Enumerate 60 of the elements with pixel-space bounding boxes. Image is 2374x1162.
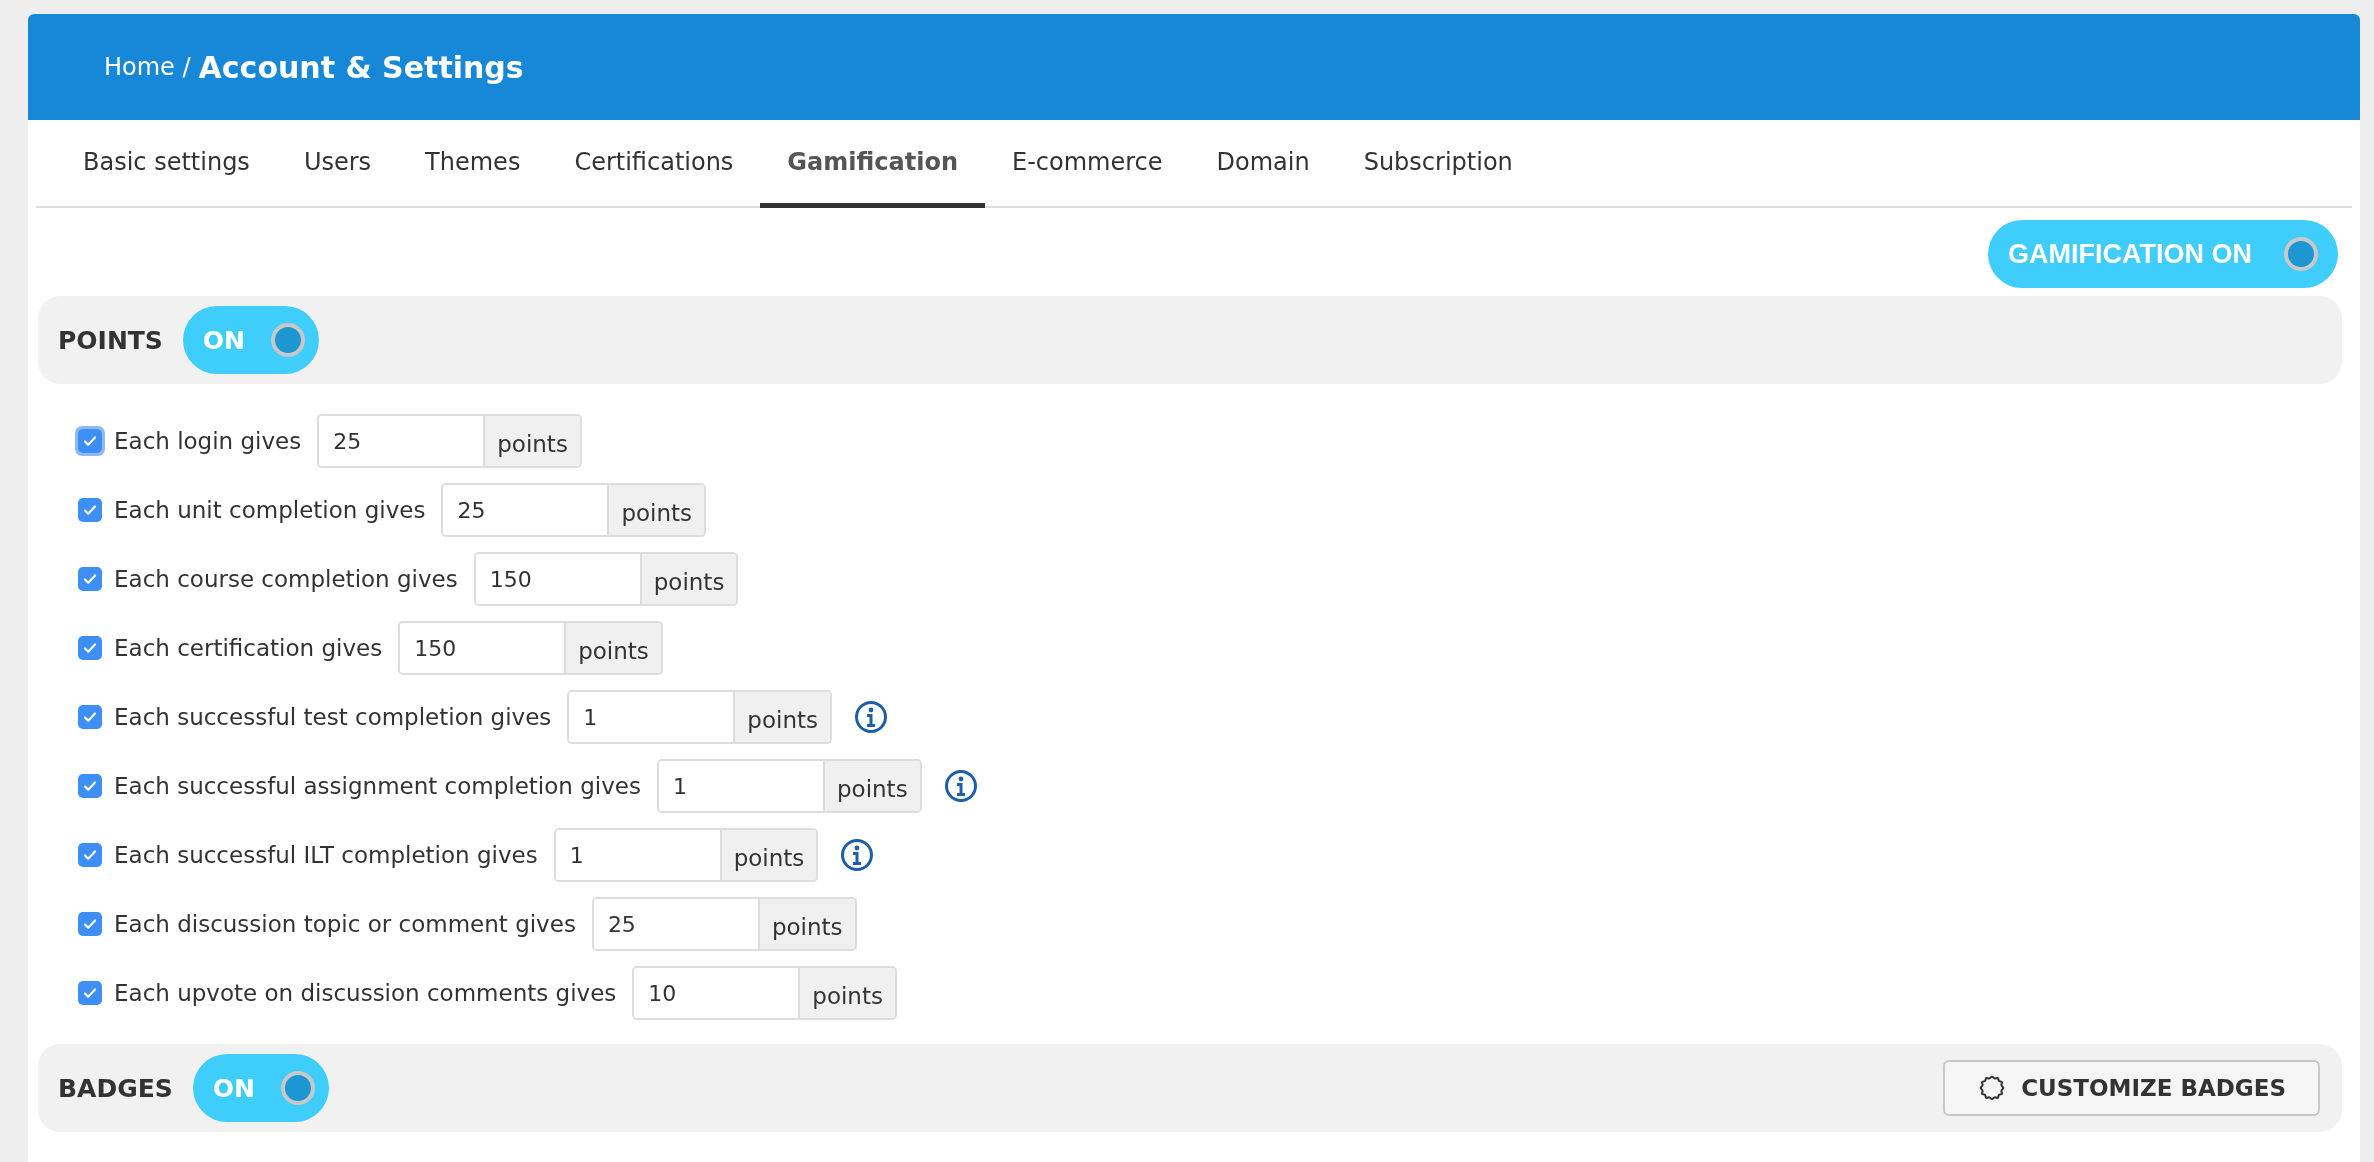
checkbox[interactable] <box>78 498 102 522</box>
unit-label: points <box>759 899 855 949</box>
points-field[interactable]: 1 points <box>567 690 832 744</box>
info-icon[interactable] <box>854 700 888 734</box>
page-title: Account & Settings <box>198 49 524 85</box>
unit-label: points <box>735 692 830 742</box>
rule-label: Each certification gives <box>114 635 383 661</box>
checkbox[interactable] <box>78 843 102 867</box>
breadcrumb-link[interactable]: Home / <box>104 53 191 81</box>
points-field[interactable]: 25 points <box>591 897 857 951</box>
points-field[interactable]: 150 points <box>473 552 739 606</box>
tab[interactable]: Basic settings <box>56 120 277 208</box>
section-title: POINTS <box>58 325 163 355</box>
checkbox[interactable] <box>78 636 102 660</box>
checkmark-icon <box>82 709 98 725</box>
checkmark-icon <box>82 778 98 794</box>
tab[interactable]: Certifications <box>547 120 761 208</box>
info-icon[interactable] <box>840 838 875 872</box>
rule-label: Each successful assignment completion gives <box>114 773 641 799</box>
tab[interactable]: Users <box>276 120 399 208</box>
unit-label: points <box>485 416 580 466</box>
unit-label: points <box>824 761 920 811</box>
checkmark-icon <box>82 640 98 656</box>
customize-badges-button[interactable]: CUSTOMIZE BADGES <box>1943 1060 2320 1116</box>
unit-label: points <box>800 968 895 1018</box>
unit-label: points <box>566 623 661 673</box>
tab[interactable]: E-commerce <box>985 120 1190 208</box>
tab[interactable]: Subscription <box>1336 120 1540 208</box>
checkbox[interactable] <box>78 774 102 798</box>
points-field[interactable]: 25 points <box>441 483 707 537</box>
checkbox[interactable] <box>78 981 102 1005</box>
points-field[interactable]: 25 points <box>317 414 582 468</box>
rule-label: Each successful test completion gives <box>114 704 552 730</box>
checkmark-icon <box>82 916 98 932</box>
unit-label: points <box>609 485 705 535</box>
unit-label: points <box>641 554 737 604</box>
checkbox[interactable] <box>78 912 102 936</box>
info-icon[interactable] <box>943 769 978 803</box>
checkmark-icon <box>82 433 98 449</box>
checkbox[interactable] <box>78 705 102 729</box>
tab[interactable]: Gamification <box>760 120 985 208</box>
rule-label: Each upvote on discussion comments gives <box>114 980 617 1006</box>
rule-label: Each course completion gives <box>114 566 458 592</box>
rule-label: Each unit completion gives <box>114 497 426 523</box>
points-field[interactable]: 1 points <box>553 828 819 882</box>
checkmark-icon <box>82 571 98 587</box>
section-title: BADGES <box>58 1073 173 1103</box>
unit-label: points <box>721 830 817 880</box>
checkmark-icon <box>82 847 98 863</box>
rule-label: Each successful ILT completion gives <box>114 842 538 868</box>
tab[interactable]: Themes <box>398 120 548 208</box>
points-field[interactable]: 10 points <box>632 966 897 1020</box>
checkbox[interactable] <box>78 567 102 591</box>
checkmark-icon <box>82 985 98 1001</box>
rule-label: Each discussion topic or comment gives <box>114 911 576 937</box>
tab[interactable]: Domain <box>1189 120 1337 208</box>
points-field[interactable]: 150 points <box>398 621 663 675</box>
points-field[interactable]: 1 points <box>656 759 922 813</box>
checkmark-icon <box>82 502 98 518</box>
rule-label: Each login gives <box>114 428 302 454</box>
